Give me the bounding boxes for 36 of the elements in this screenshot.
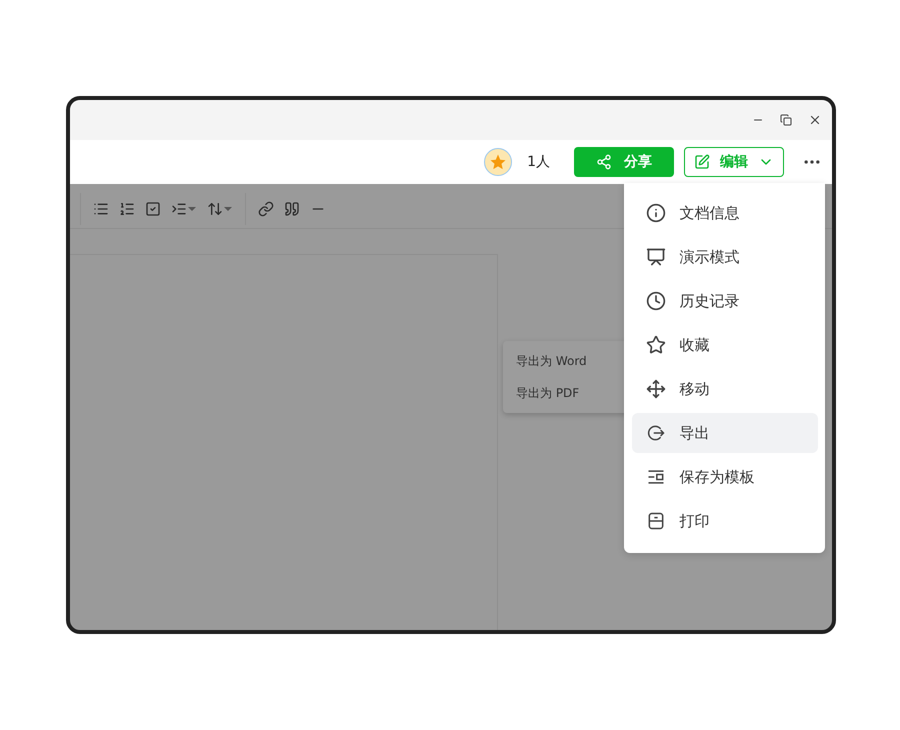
export-icon [646,423,666,443]
menu-item[interactable]: 文档信息 [632,193,818,233]
restore-icon[interactable] [780,114,792,126]
menu-item-label: 导出 [680,424,710,442]
print-icon [646,511,666,531]
menu-item[interactable]: 保存为模板 [632,457,818,497]
move-icon [646,379,666,399]
indent-icon[interactable] [171,201,197,217]
menu-item-label: 移动 [680,380,710,398]
menu-item[interactable]: 收藏 [632,325,818,365]
clock-icon [646,291,666,311]
link-icon[interactable] [258,201,274,217]
close-icon[interactable] [808,113,822,127]
info-icon [646,203,666,223]
line-spacing-icon[interactable] [207,201,233,217]
quote-icon[interactable] [284,201,300,217]
star-icon [489,153,508,171]
menu-item-label: 保存为模板 [680,468,754,486]
presentation-icon [646,247,666,267]
share-icon [596,154,612,170]
menu-item[interactable]: 移动 [632,369,818,409]
menu-item[interactable]: 历史记录 [632,281,818,321]
menu-item-label: 演示模式 [680,248,740,266]
star-icon [646,335,666,355]
bullet-list-icon[interactable] [93,201,109,217]
menu-item-label: 打印 [680,512,710,530]
menu-item[interactable]: 导出 [632,413,818,453]
numbered-list-icon[interactable] [119,201,135,217]
checkbox-icon[interactable] [145,201,161,217]
menu-item[interactable]: 演示模式 [632,237,818,277]
menu-item-label: 历史记录 [680,292,740,310]
edit-icon [694,154,710,170]
collaborator-count: 1人 [527,153,550,171]
menu-item[interactable]: 打印 [632,501,818,541]
menu-item-label: 文档信息 [680,204,740,222]
menu-item-label: 收藏 [680,336,710,354]
